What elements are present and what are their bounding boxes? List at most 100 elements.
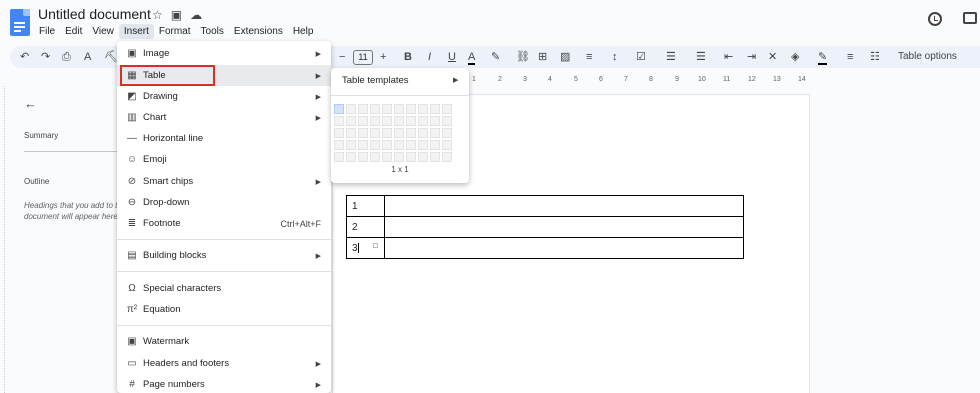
grid-cell[interactable]	[370, 116, 380, 126]
decrease-font-size-icon[interactable]: −	[339, 51, 345, 63]
grid-cell[interactable]	[406, 128, 416, 138]
grid-cell[interactable]	[346, 140, 356, 150]
grid-cell[interactable]	[418, 116, 428, 126]
menu-item-emoji[interactable]: ☺ Emoji	[117, 149, 331, 170]
grid-cell[interactable]	[418, 104, 428, 114]
grid-cell[interactable]	[370, 128, 380, 138]
font-size-input[interactable]: 11	[353, 50, 373, 65]
grid-cell[interactable]	[442, 116, 452, 126]
increase-indent-icon[interactable]: ⇥	[747, 51, 756, 63]
checklist-icon[interactable]: ☑	[636, 51, 646, 63]
table-cell[interactable]: 1	[346, 195, 385, 217]
grid-cell[interactable]	[358, 128, 368, 138]
grid-cell[interactable]	[406, 152, 416, 162]
grid-cell[interactable]	[358, 152, 368, 162]
menu-file[interactable]: File	[34, 24, 60, 39]
insert-image-icon[interactable]: ▨	[560, 51, 570, 63]
cell-menu-icon[interactable]	[372, 242, 378, 248]
grid-cell[interactable]	[370, 152, 380, 162]
grid-cell[interactable]	[406, 104, 416, 114]
menu-item-special-characters[interactable]: Ω Special characters	[117, 278, 331, 299]
table-cell[interactable]: 2	[346, 216, 385, 238]
table-templates-item[interactable]: Table templates	[342, 75, 409, 86]
clear-formatting-icon[interactable]: ✕	[768, 51, 777, 63]
grid-cell[interactable]	[406, 140, 416, 150]
menu-item-smart-chips[interactable]: ⊘ Smart chips ▶	[117, 171, 331, 192]
menu-item-building-blocks[interactable]: ▤ Building blocks ▶	[117, 245, 331, 266]
insert-link-icon[interactable]: ⛓	[516, 51, 530, 63]
grid-cell[interactable]	[382, 116, 392, 126]
undo-icon[interactable]: ↶	[20, 51, 29, 63]
grid-cell[interactable]	[394, 104, 404, 114]
grid-cell[interactable]	[430, 152, 440, 162]
underline-icon[interactable]: U	[448, 51, 456, 63]
print-icon[interactable]: ⎙	[62, 51, 71, 63]
grid-cell[interactable]	[370, 104, 380, 114]
document-table[interactable]: 1 2 3	[346, 195, 744, 259]
grid-cell[interactable]	[334, 116, 344, 126]
grid-cell[interactable]	[382, 152, 392, 162]
grid-cell[interactable]	[358, 116, 368, 126]
line-spacing-icon[interactable]: ↕	[612, 51, 618, 63]
grid-cell[interactable]	[430, 104, 440, 114]
grid-cell[interactable]	[394, 128, 404, 138]
grid-cell[interactable]	[442, 128, 452, 138]
grid-cell[interactable]	[406, 116, 416, 126]
grid-cell[interactable]	[442, 152, 452, 162]
add-comment-icon[interactable]: ⊞	[538, 51, 547, 63]
menu-extensions[interactable]: Extensions	[229, 24, 288, 39]
grid-cell[interactable]	[334, 152, 344, 162]
menu-edit[interactable]: Edit	[60, 24, 87, 39]
grid-cell[interactable]	[334, 140, 344, 150]
comments-icon[interactable]	[963, 12, 977, 24]
grid-cell[interactable]	[346, 152, 356, 162]
grid-cell[interactable]	[382, 128, 392, 138]
redo-icon[interactable]: ↷	[41, 51, 50, 63]
menu-insert[interactable]: Insert	[118, 24, 154, 39]
folder-move-icon[interactable]: ▣	[171, 8, 182, 22]
grid-cell[interactable]	[418, 140, 428, 150]
menu-item-equation[interactable]: π² Equation	[117, 299, 331, 320]
grid-cell[interactable]	[442, 140, 452, 150]
menu-item-page-numbers[interactable]: # Page numbers ▶	[117, 374, 331, 393]
paint-format-icon[interactable]: ⛏	[104, 51, 118, 63]
menu-item-headers-footers[interactable]: ▭ Headers and footers ▶	[117, 353, 331, 374]
version-history-icon[interactable]	[928, 12, 942, 26]
menu-item-watermark[interactable]: ▣ Watermark	[117, 331, 331, 352]
grid-cell[interactable]	[418, 128, 428, 138]
border-color-icon[interactable]: ✎	[818, 51, 828, 65]
grid-cell[interactable]	[442, 104, 452, 114]
decrease-indent-icon[interactable]: ⇤	[724, 51, 733, 63]
text-color-icon[interactable]: A	[468, 51, 476, 65]
menu-item-horizontal-line[interactable]: — Horizontal line	[117, 128, 331, 149]
border-dash-icon[interactable]: ☷	[870, 51, 880, 63]
menu-format[interactable]: Format	[154, 24, 196, 39]
grid-cell[interactable]	[346, 104, 356, 114]
grid-cell[interactable]	[430, 140, 440, 150]
menu-item-drawing[interactable]: ◩ Drawing ▶	[117, 86, 331, 107]
border-width-icon[interactable]: ≡	[847, 51, 853, 63]
italic-icon[interactable]: I	[428, 51, 431, 63]
bulleted-list-icon[interactable]: ☰	[666, 51, 676, 63]
docs-logo-icon[interactable]	[10, 9, 30, 36]
document-title[interactable]: Untitled document	[38, 6, 151, 22]
star-icon[interactable]: ☆	[152, 8, 163, 22]
grid-cell[interactable]	[430, 116, 440, 126]
menu-view[interactable]: View	[87, 24, 119, 39]
grid-cell[interactable]	[346, 128, 356, 138]
bold-icon[interactable]: B	[404, 51, 412, 63]
grid-cell[interactable]	[334, 104, 344, 114]
table-size-grid[interactable]	[334, 104, 452, 162]
table-cell[interactable]	[384, 195, 744, 217]
grid-cell[interactable]	[394, 116, 404, 126]
grid-cell[interactable]	[382, 140, 392, 150]
cloud-status-icon[interactable]: ☁	[190, 8, 202, 22]
table-cell[interactable]	[384, 216, 744, 238]
numbered-list-icon[interactable]: ☰	[696, 51, 706, 63]
menu-item-footnote[interactable]: ≣ Footnote Ctrl+Alt+F	[117, 213, 331, 234]
back-arrow-icon[interactable]: ←	[24, 96, 37, 111]
grid-cell[interactable]	[418, 152, 428, 162]
grid-cell[interactable]	[334, 128, 344, 138]
grid-cell[interactable]	[346, 116, 356, 126]
grid-cell[interactable]	[430, 128, 440, 138]
